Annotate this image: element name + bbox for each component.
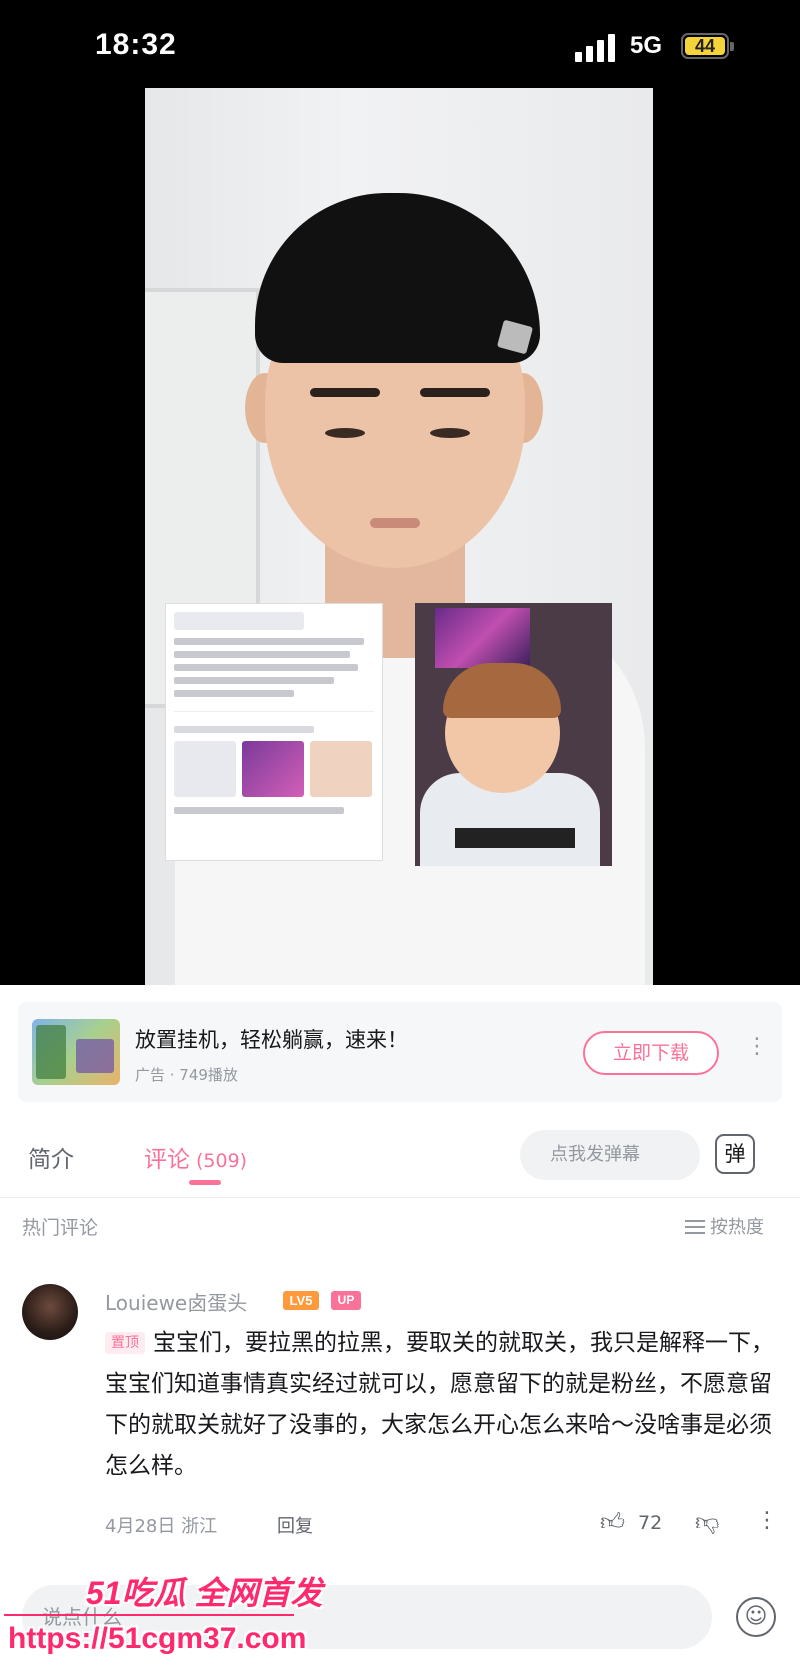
ad-thumbnail <box>32 1019 120 1085</box>
ad-banner[interactable]: 放置挂机，轻松躺赢，速来！ 广告 · 749播放 立即下载 ⋮ <box>18 1002 782 1102</box>
thumbs-up-icon[interactable]: 👍︎ <box>600 1508 625 1537</box>
watermark-divider <box>4 1614 294 1616</box>
hot-comments-label: 热门评论 <box>22 1217 99 1239</box>
watermark-brand: 51吃瓜 全网首发 <box>86 1575 323 1611</box>
screenshot-overlay-video <box>415 603 612 866</box>
sort-label: 按热度 <box>710 1217 764 1238</box>
comment-date-location: 4月28日 浙江 <box>105 1516 218 1537</box>
signal-icon <box>575 34 619 62</box>
like-count: 72 <box>638 1512 663 1534</box>
battery-level: 44 <box>685 37 725 55</box>
watermark-url: https://51cgm37.com <box>8 1622 307 1655</box>
status-time: 18:32 <box>95 28 177 61</box>
ad-meta: 广告 · 749播放 <box>135 1066 238 1084</box>
tab-comments[interactable]: 评论 (509) <box>144 1140 247 1174</box>
danmaku-input[interactable]: 点我发弹幕 <box>520 1130 700 1180</box>
tab-intro[interactable]: 简介 <box>28 1140 74 1174</box>
more-icon[interactable]: ⋮ <box>746 1034 768 1059</box>
ad-title: 放置挂机，轻松躺赢，速来！ <box>135 1028 408 1052</box>
sort-button[interactable]: 按热度 <box>685 1213 764 1239</box>
video-player[interactable] <box>0 88 800 985</box>
network-type: 5G <box>630 32 663 59</box>
status-bar: 18:32 5G 44 <box>0 0 800 88</box>
tab-bar: 简介 评论 (509) 点我发弹幕 弹 <box>0 1118 800 1198</box>
danmaku-toggle-icon[interactable]: 弹 <box>715 1134 755 1174</box>
emoji-icon[interactable]: ☺ <box>736 1597 776 1637</box>
comment-text: 宝宝们，要拉黑的拉黑，要取关的就取关，我只是解释一下，宝宝们知道事情真实经过就可… <box>105 1330 774 1479</box>
level-badge: LV5 <box>283 1291 319 1310</box>
comment-more-icon[interactable]: ⋮ <box>756 1508 778 1533</box>
pinned-badge: 置顶 <box>105 1332 145 1354</box>
avatar[interactable] <box>22 1284 78 1340</box>
reply-button[interactable]: 回复 <box>277 1512 313 1538</box>
person-cap <box>255 193 540 363</box>
tab-comments-label: 评论 <box>144 1147 190 1173</box>
thumbs-down-icon[interactable]: 👎︎ <box>695 1508 719 1537</box>
download-button[interactable]: 立即下载 <box>583 1031 719 1075</box>
comments-count: (509) <box>196 1150 248 1172</box>
comment-body: 置顶 宝宝们，要拉黑的拉黑，要取关的就取关，我只是解释一下，宝宝们知道事情真实经过… <box>105 1323 775 1487</box>
battery-icon: 44 <box>681 33 734 59</box>
sort-icon <box>685 1220 705 1234</box>
comment-username[interactable]: Louiewe卤蛋头 <box>105 1287 247 1316</box>
screenshot-overlay-post <box>165 603 383 861</box>
video-frame <box>145 88 653 985</box>
active-tab-indicator <box>189 1180 221 1185</box>
up-badge: UP <box>331 1291 361 1310</box>
